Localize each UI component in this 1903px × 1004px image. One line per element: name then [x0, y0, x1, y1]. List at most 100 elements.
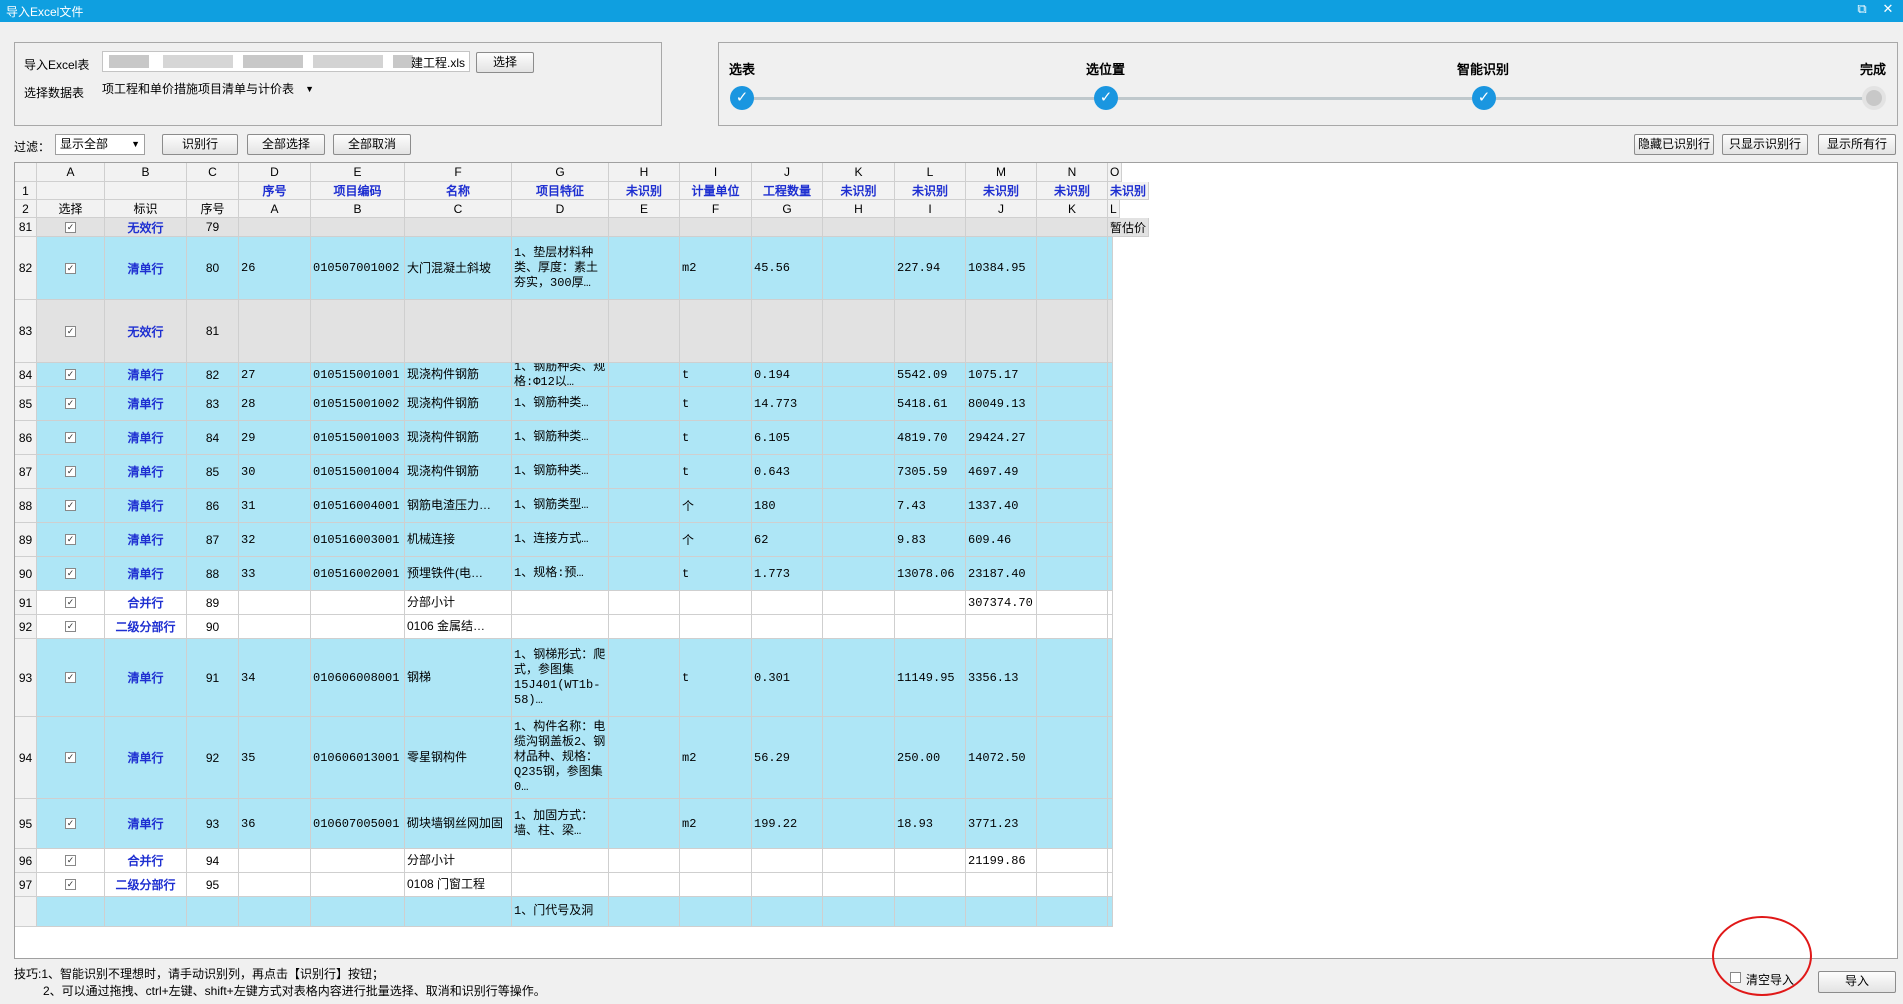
checkbox-icon[interactable]: ✓ [65, 500, 76, 511]
column-mapping-cell [37, 182, 105, 200]
checkbox-icon[interactable]: ✓ [65, 752, 76, 763]
checkbox-icon[interactable]: ✓ [65, 879, 76, 890]
table-row[interactable]: 83 ✓ 无效行 81 [15, 300, 1178, 363]
table-cell: 14.773 [752, 387, 823, 421]
column-letter-header[interactable]: ABCDEFGHIJKLMNO [15, 163, 1178, 182]
filter-select[interactable]: 显示全部 ▼ [55, 134, 145, 155]
import-button[interactable]: 导入 [1818, 971, 1896, 993]
checkbox-icon[interactable]: ✓ [65, 466, 76, 477]
row-select-cell[interactable]: ✓ [37, 237, 105, 300]
recognize-row-button[interactable]: 识别行 [162, 134, 238, 155]
mapping-header-row[interactable]: 1 序号 项目编码 名称 项目特征 未识别 计量单位 工程数量 未识别 未识别 未识别 未识别 未识别 [15, 182, 1178, 200]
source-header-row[interactable]: 2 选择 标识 序号 A B C D E F G H I J K L [15, 200, 1178, 218]
row-select-cell[interactable]: ✓ [37, 363, 105, 387]
deselect-all-button[interactable]: 全部取消 [333, 134, 411, 155]
table-cell [1037, 421, 1108, 455]
table-cell: 钢梯 [405, 639, 512, 717]
row-select-cell[interactable]: ✓ [37, 591, 105, 615]
row-select-cell[interactable]: ✓ [37, 218, 105, 237]
row-select-cell[interactable]: ✓ [37, 489, 105, 523]
data-grid[interactable]: A B C D E F G H I J K L M N O 1 序号 项目编码 名称 项目特征 未识别 计量单位 工程数量未… [14, 162, 1898, 959]
table-cell: 现浇构件钢筋 [405, 387, 512, 421]
table-cell [609, 300, 680, 363]
table-cell: 11149.95 [895, 639, 966, 717]
table-cell [680, 897, 752, 927]
row-type-label: 无效行 [105, 300, 187, 363]
row-select-cell[interactable]: ✓ [37, 639, 105, 717]
table-cell: 26 [239, 237, 311, 300]
table-cell [1108, 799, 1113, 849]
row-select-cell[interactable]: ✓ [37, 557, 105, 591]
table-row[interactable]: 90 ✓ 清单行 88 33 010516002001 预埋铁件(电… 1、规格:预… t 1.7… [15, 557, 1178, 591]
choose-file-button[interactable]: 选择 [476, 52, 534, 73]
table-cell: t [680, 455, 752, 489]
only-recognized-button[interactable]: 只显示识别行 [1722, 134, 1808, 155]
table-cell [1108, 615, 1113, 639]
row-select-cell[interactable]: ✓ [37, 421, 105, 455]
row-number: 2 [15, 200, 37, 218]
row-select-cell[interactable] [37, 897, 105, 927]
table-row[interactable]: 87 ✓ 清单行 85 30 010515001004 现浇构件钢筋 1、钢筋种类… t 0.64… [15, 455, 1178, 489]
table-row[interactable]: 84 ✓ 清单行 82 27 010515001001 现浇构件钢筋 1、钢筋种类、规格:Φ1… [15, 363, 1178, 387]
table-cell [609, 639, 680, 717]
checkbox-icon[interactable]: ✓ [65, 369, 76, 380]
row-select-cell[interactable]: ✓ [37, 387, 105, 421]
checkbox-icon[interactable]: ✓ [65, 621, 76, 632]
row-select-cell[interactable]: ✓ [37, 455, 105, 489]
table-cell: 1、钢筋种类… [512, 421, 609, 455]
table-row[interactable]: 85 ✓ 清单行 83 28 010515001002 现浇构件钢筋 1、钢筋种类… t 14.7… [15, 387, 1178, 421]
row-select-cell[interactable]: ✓ [37, 523, 105, 557]
row-select-cell[interactable]: ✓ [37, 799, 105, 849]
row-select-cell[interactable]: ✓ [37, 300, 105, 363]
table-row[interactable]: 95 ✓ 清单行 93 36 010607005001 砌块墙钢丝网加固 1、加固方式：墙、柱… [15, 799, 1178, 849]
table-row[interactable]: 81 ✓ 无效行 79 暂估价 [15, 218, 1178, 237]
checkbox-icon[interactable]: ✓ [65, 534, 76, 545]
checkbox-icon[interactable]: ✓ [65, 855, 76, 866]
table-cell: 1、规格:预… [512, 557, 609, 591]
checkbox-icon[interactable]: ✓ [65, 672, 76, 683]
checkbox-icon[interactable]: ✓ [65, 221, 76, 233]
row-type-label [105, 897, 187, 927]
row-select-cell[interactable]: ✓ [37, 615, 105, 639]
row-select-cell[interactable]: ✓ [37, 873, 105, 897]
checkbox-icon[interactable]: ✓ [65, 398, 76, 409]
table-row[interactable]: 91 ✓ 合并行 89 分部小计 307374.70 [15, 591, 1178, 615]
column-mapping-cell: 序号 [239, 182, 311, 200]
table-row[interactable]: 92 ✓ 二级分部行 90 0106 金属结… [15, 615, 1178, 639]
table-cell: 0108 门窗工程 [405, 873, 512, 897]
checkbox-icon[interactable]: ✓ [65, 325, 76, 337]
select-all-button[interactable]: 全部选择 [247, 134, 325, 155]
table-row[interactable]: 1、门代号及洞 [15, 897, 1178, 927]
column-mapping-cell: 名称 [405, 182, 512, 200]
excel-path-field[interactable]: 建工程.xls [102, 51, 470, 72]
table-cell [1037, 717, 1108, 799]
checkbox-icon[interactable]: ✓ [65, 568, 76, 579]
row-type-label: 二级分部行 [105, 873, 187, 897]
row-select-cell[interactable]: ✓ [37, 717, 105, 799]
restore-icon[interactable]: ⧉ [1852, 1, 1872, 19]
table-cell [1037, 489, 1108, 523]
table-cell [512, 849, 609, 873]
steps-line [742, 97, 1874, 100]
sheet-select[interactable]: 项工程和单价措施项目清单与计价表 ▼ [98, 80, 318, 101]
table-row[interactable]: 96 ✓ 合并行 94 分部小计 21199.86 [15, 849, 1178, 873]
table-row[interactable]: 97 ✓ 二级分部行 95 0108 门窗工程 [15, 873, 1178, 897]
checkbox-icon[interactable]: ✓ [65, 597, 76, 608]
close-icon[interactable]: ✕ [1878, 1, 1898, 19]
show-all-rows-button[interactable]: 显示所有行 [1818, 134, 1896, 155]
table-row[interactable]: 88 ✓ 清单行 86 31 010516004001 钢筋电渣压力… 1、钢筋类型… 个 180… [15, 489, 1178, 523]
checkbox-icon[interactable]: ✓ [65, 432, 76, 443]
table-row[interactable]: 93 ✓ 清单行 91 34 010606008001 钢梯 1、钢梯形式：爬式，参图集15J… [15, 639, 1178, 717]
table-row[interactable]: 86 ✓ 清单行 84 29 010515001003 现浇构件钢筋 1、钢筋种类… t 6.10… [15, 421, 1178, 455]
checkbox-icon[interactable]: ✓ [65, 262, 76, 274]
column-letter: H [609, 163, 680, 182]
table-row[interactable]: 89 ✓ 清单行 87 32 010516003001 机械连接 1、连接方式… 个 62 9.83… [15, 523, 1178, 557]
table-cell [609, 897, 680, 927]
table-row[interactable]: 94 ✓ 清单行 92 35 010606013001 零星钢构件 1、构件名称：电缆沟钢盖板… [15, 717, 1178, 799]
table-cell [1108, 489, 1113, 523]
table-cell [512, 615, 609, 639]
checkbox-icon[interactable]: ✓ [65, 818, 76, 829]
table-row[interactable]: 82 ✓ 清单行 80 26 010507001002 大门混凝土斜坡 1、垫层材料种类、厚度… [15, 237, 1178, 300]
hide-recognized-button[interactable]: 隐藏已识别行 [1634, 134, 1714, 155]
row-select-cell[interactable]: ✓ [37, 849, 105, 873]
